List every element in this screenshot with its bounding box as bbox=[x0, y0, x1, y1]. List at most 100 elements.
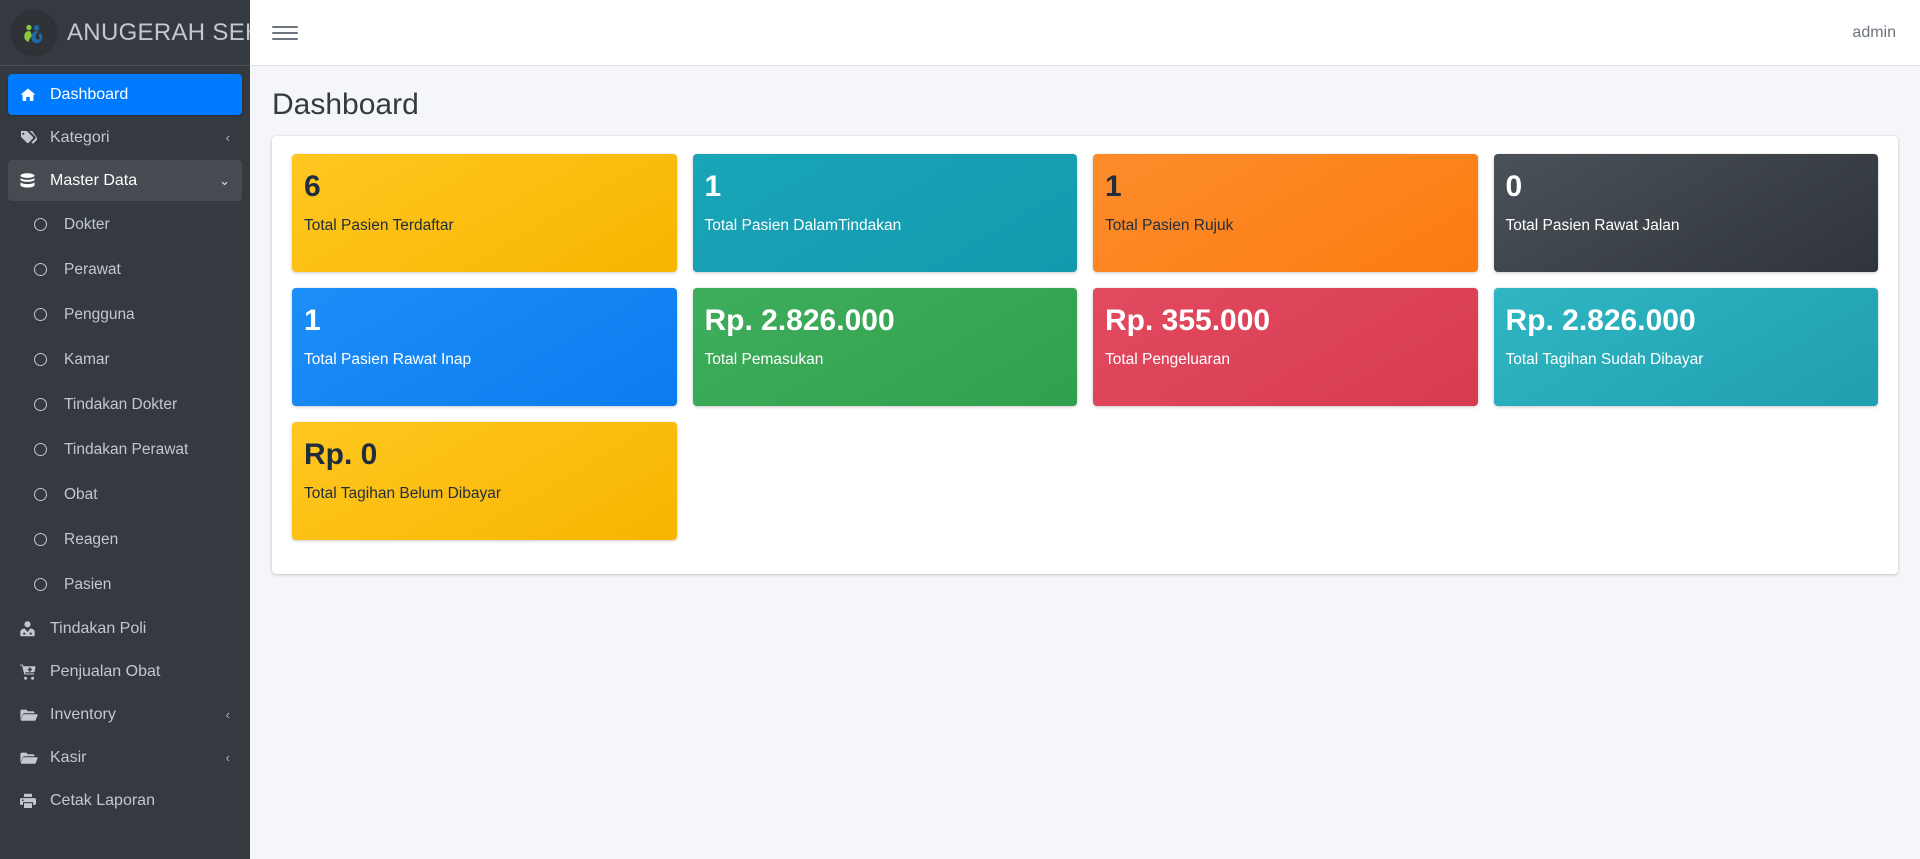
stat-label: Total Pengeluaran bbox=[1105, 351, 1230, 368]
stat-card-grid: 6 Total Pasien Terdaftar 1 Total Pasien … bbox=[284, 154, 1886, 556]
stat-card-tagihan-sudah-dibayar[interactable]: Rp. 2.826.000 Total Tagihan Sudah Dibaya… bbox=[1493, 288, 1878, 406]
sidebar-item-tindakan-poli[interactable]: Tindakan Poli bbox=[8, 608, 242, 649]
sidebar-item-label: Tindakan Perawat bbox=[64, 440, 189, 458]
stat-value: Rp. 2.826.000 bbox=[1505, 304, 1696, 337]
sidebar-item-label: Kasir bbox=[50, 748, 87, 766]
circle-icon bbox=[34, 353, 56, 366]
stat-value: 6 bbox=[304, 170, 321, 203]
stat-label: Total Pasien Rujuk bbox=[1105, 217, 1234, 234]
sidebar-submenu-master-data: Dokter Perawat Pengguna Kamar Tindakan D bbox=[8, 203, 242, 606]
circle-icon bbox=[34, 578, 56, 591]
sidebar-item-pengguna[interactable]: Pengguna bbox=[22, 293, 242, 336]
stat-label: Total Pasien Rawat Jalan bbox=[1505, 217, 1680, 234]
folder-open-icon bbox=[20, 751, 42, 765]
anugerah-sehat-logo-icon bbox=[13, 11, 55, 54]
stat-card-col: 1 Total Pasien Rujuk bbox=[1085, 154, 1486, 288]
sidebar-item-label: Perawat bbox=[64, 260, 121, 278]
sidebar-item-reagen[interactable]: Reagen bbox=[22, 518, 242, 561]
sidebar-item-cetak-laporan[interactable]: Cetak Laporan bbox=[8, 780, 242, 821]
circle-icon bbox=[34, 398, 56, 411]
stat-label: Total Pasien DalamTindakan bbox=[704, 217, 902, 234]
sidebar-item-label: Kategori bbox=[50, 128, 110, 146]
brand-title: ANUGERAH SEHAT bbox=[67, 18, 250, 46]
sidebar-item-label: Dokter bbox=[64, 215, 110, 233]
stat-card-col: 6 Total Pasien Terdaftar bbox=[284, 154, 685, 288]
stat-value: 1 bbox=[304, 304, 321, 337]
stat-value: 1 bbox=[704, 170, 722, 203]
sidebar-item-kasir[interactable]: Kasir ‹ bbox=[8, 737, 242, 778]
sidebar-item-dokter[interactable]: Dokter bbox=[22, 203, 242, 246]
sidebar-item-dashboard[interactable]: Dashboard bbox=[8, 74, 242, 115]
sidebar-item-pasien[interactable]: Pasien bbox=[22, 563, 242, 606]
stat-label: Total Tagihan Sudah Dibayar bbox=[1505, 351, 1704, 368]
stat-label: Total Pemasukan bbox=[704, 351, 824, 368]
sidebar-item-penjualan-obat[interactable]: Penjualan Obat bbox=[8, 651, 242, 692]
sidebar-item-label: Kamar bbox=[64, 350, 110, 368]
tag-icon bbox=[20, 130, 42, 145]
stat-card-col: 1 Total Pasien DalamTindakan bbox=[685, 154, 1086, 288]
user-menu[interactable]: admin bbox=[1852, 24, 1896, 42]
print-icon bbox=[20, 793, 42, 809]
stat-label: Total Pasien Terdaftar bbox=[304, 217, 454, 234]
sidebar-item-label: Penjualan Obat bbox=[50, 662, 161, 680]
hamburger-icon[interactable] bbox=[272, 20, 298, 46]
sidebar-item-label: Pasien bbox=[64, 575, 112, 593]
chevron-left-icon: ‹ bbox=[225, 750, 230, 765]
chevron-left-icon: ‹ bbox=[225, 707, 230, 722]
stat-card-col: Rp. 2.826.000 Total Pemasukan bbox=[685, 288, 1086, 422]
circle-icon bbox=[34, 263, 56, 276]
stat-label: Total Tagihan Belum Dibayar bbox=[304, 485, 502, 502]
topbar: admin bbox=[250, 0, 1920, 66]
stat-label: Total Pasien Rawat Inap bbox=[304, 351, 472, 368]
sidebar-item-label: Pengguna bbox=[64, 305, 135, 323]
sidebar-item-label: Reagen bbox=[64, 530, 119, 548]
stat-card-col: 1 Total Pasien Rawat Inap bbox=[284, 288, 685, 422]
sidebar-item-tindakan-dokter[interactable]: Tindakan Dokter bbox=[22, 383, 242, 426]
sidebar-item-label: Master Data bbox=[50, 171, 138, 189]
page-title: Dashboard bbox=[272, 88, 419, 121]
stat-card-pasien-dalam-tindakan[interactable]: 1 Total Pasien DalamTindakan bbox=[692, 154, 1077, 272]
stat-value: Rp. 2.826.000 bbox=[704, 304, 895, 337]
sidebar-nav: Dashboard Kategori ‹ Master Data ⌄ Dokte… bbox=[0, 66, 250, 859]
sidebar-item-label: Dashboard bbox=[50, 85, 129, 103]
sidebar-item-label: Cetak Laporan bbox=[50, 791, 155, 809]
brand-header[interactable]: ANUGERAH SEHAT bbox=[0, 0, 250, 66]
sidebar-item-kamar[interactable]: Kamar bbox=[22, 338, 242, 381]
circle-icon bbox=[34, 533, 56, 546]
chevron-left-icon: ‹ bbox=[225, 130, 230, 145]
sidebar-item-label: Obat bbox=[64, 485, 98, 503]
stat-value: Rp. 0 bbox=[304, 438, 378, 471]
home-icon bbox=[20, 87, 42, 103]
sidebar-item-label: Inventory bbox=[50, 705, 116, 723]
main-area: admin Dashboard 6 Total Pasien Terdaftar bbox=[250, 0, 1920, 859]
circle-icon bbox=[34, 443, 56, 456]
sidebar-item-label: Tindakan Poli bbox=[50, 619, 147, 637]
folder-open-icon bbox=[20, 708, 42, 722]
sidebar-item-obat[interactable]: Obat bbox=[22, 473, 242, 516]
database-icon bbox=[20, 172, 42, 189]
sidebar-item-kategori[interactable]: Kategori ‹ bbox=[8, 117, 242, 158]
sidebar-item-master-data[interactable]: Master Data ⌄ bbox=[8, 160, 242, 201]
page-header: Dashboard bbox=[250, 66, 1920, 136]
circle-icon bbox=[34, 488, 56, 501]
user-md-icon bbox=[20, 620, 42, 637]
stat-card-pasien-rujuk[interactable]: 1 Total Pasien Rujuk bbox=[1093, 154, 1478, 272]
sidebar-item-inventory[interactable]: Inventory ‹ bbox=[8, 694, 242, 735]
cart-plus-icon bbox=[20, 664, 42, 680]
sidebar-item-label: Tindakan Dokter bbox=[64, 395, 178, 413]
sidebar: ANUGERAH SEHAT Dashboard Kategori ‹ bbox=[0, 0, 250, 859]
stat-card-col: 0 Total Pasien Rawat Jalan bbox=[1486, 154, 1887, 288]
stat-card-tagihan-belum-dibayar[interactable]: Rp. 0 Total Tagihan Belum Dibayar bbox=[292, 422, 677, 540]
stat-value: 1 bbox=[1105, 170, 1122, 203]
stat-card-total-pemasukan[interactable]: Rp. 2.826.000 Total Pemasukan bbox=[692, 288, 1077, 406]
stat-card-total-pengeluaran[interactable]: Rp. 355.000 Total Pengeluaran bbox=[1093, 288, 1478, 406]
stat-card-pasien-terdaftar[interactable]: 6 Total Pasien Terdaftar bbox=[292, 154, 677, 272]
content-area: Dashboard 6 Total Pasien Terdaftar 1 Tot… bbox=[250, 66, 1920, 859]
circle-icon bbox=[34, 218, 56, 231]
app-root: ANUGERAH SEHAT Dashboard Kategori ‹ bbox=[0, 0, 1920, 859]
sidebar-item-perawat[interactable]: Perawat bbox=[22, 248, 242, 291]
stat-card-col: Rp. 2.826.000 Total Tagihan Sudah Dibaya… bbox=[1486, 288, 1887, 422]
stat-card-pasien-rawat-inap[interactable]: 1 Total Pasien Rawat Inap bbox=[292, 288, 677, 406]
stat-card-pasien-rawat-jalan[interactable]: 0 Total Pasien Rawat Jalan bbox=[1493, 154, 1878, 272]
sidebar-item-tindakan-perawat[interactable]: Tindakan Perawat bbox=[22, 428, 242, 471]
